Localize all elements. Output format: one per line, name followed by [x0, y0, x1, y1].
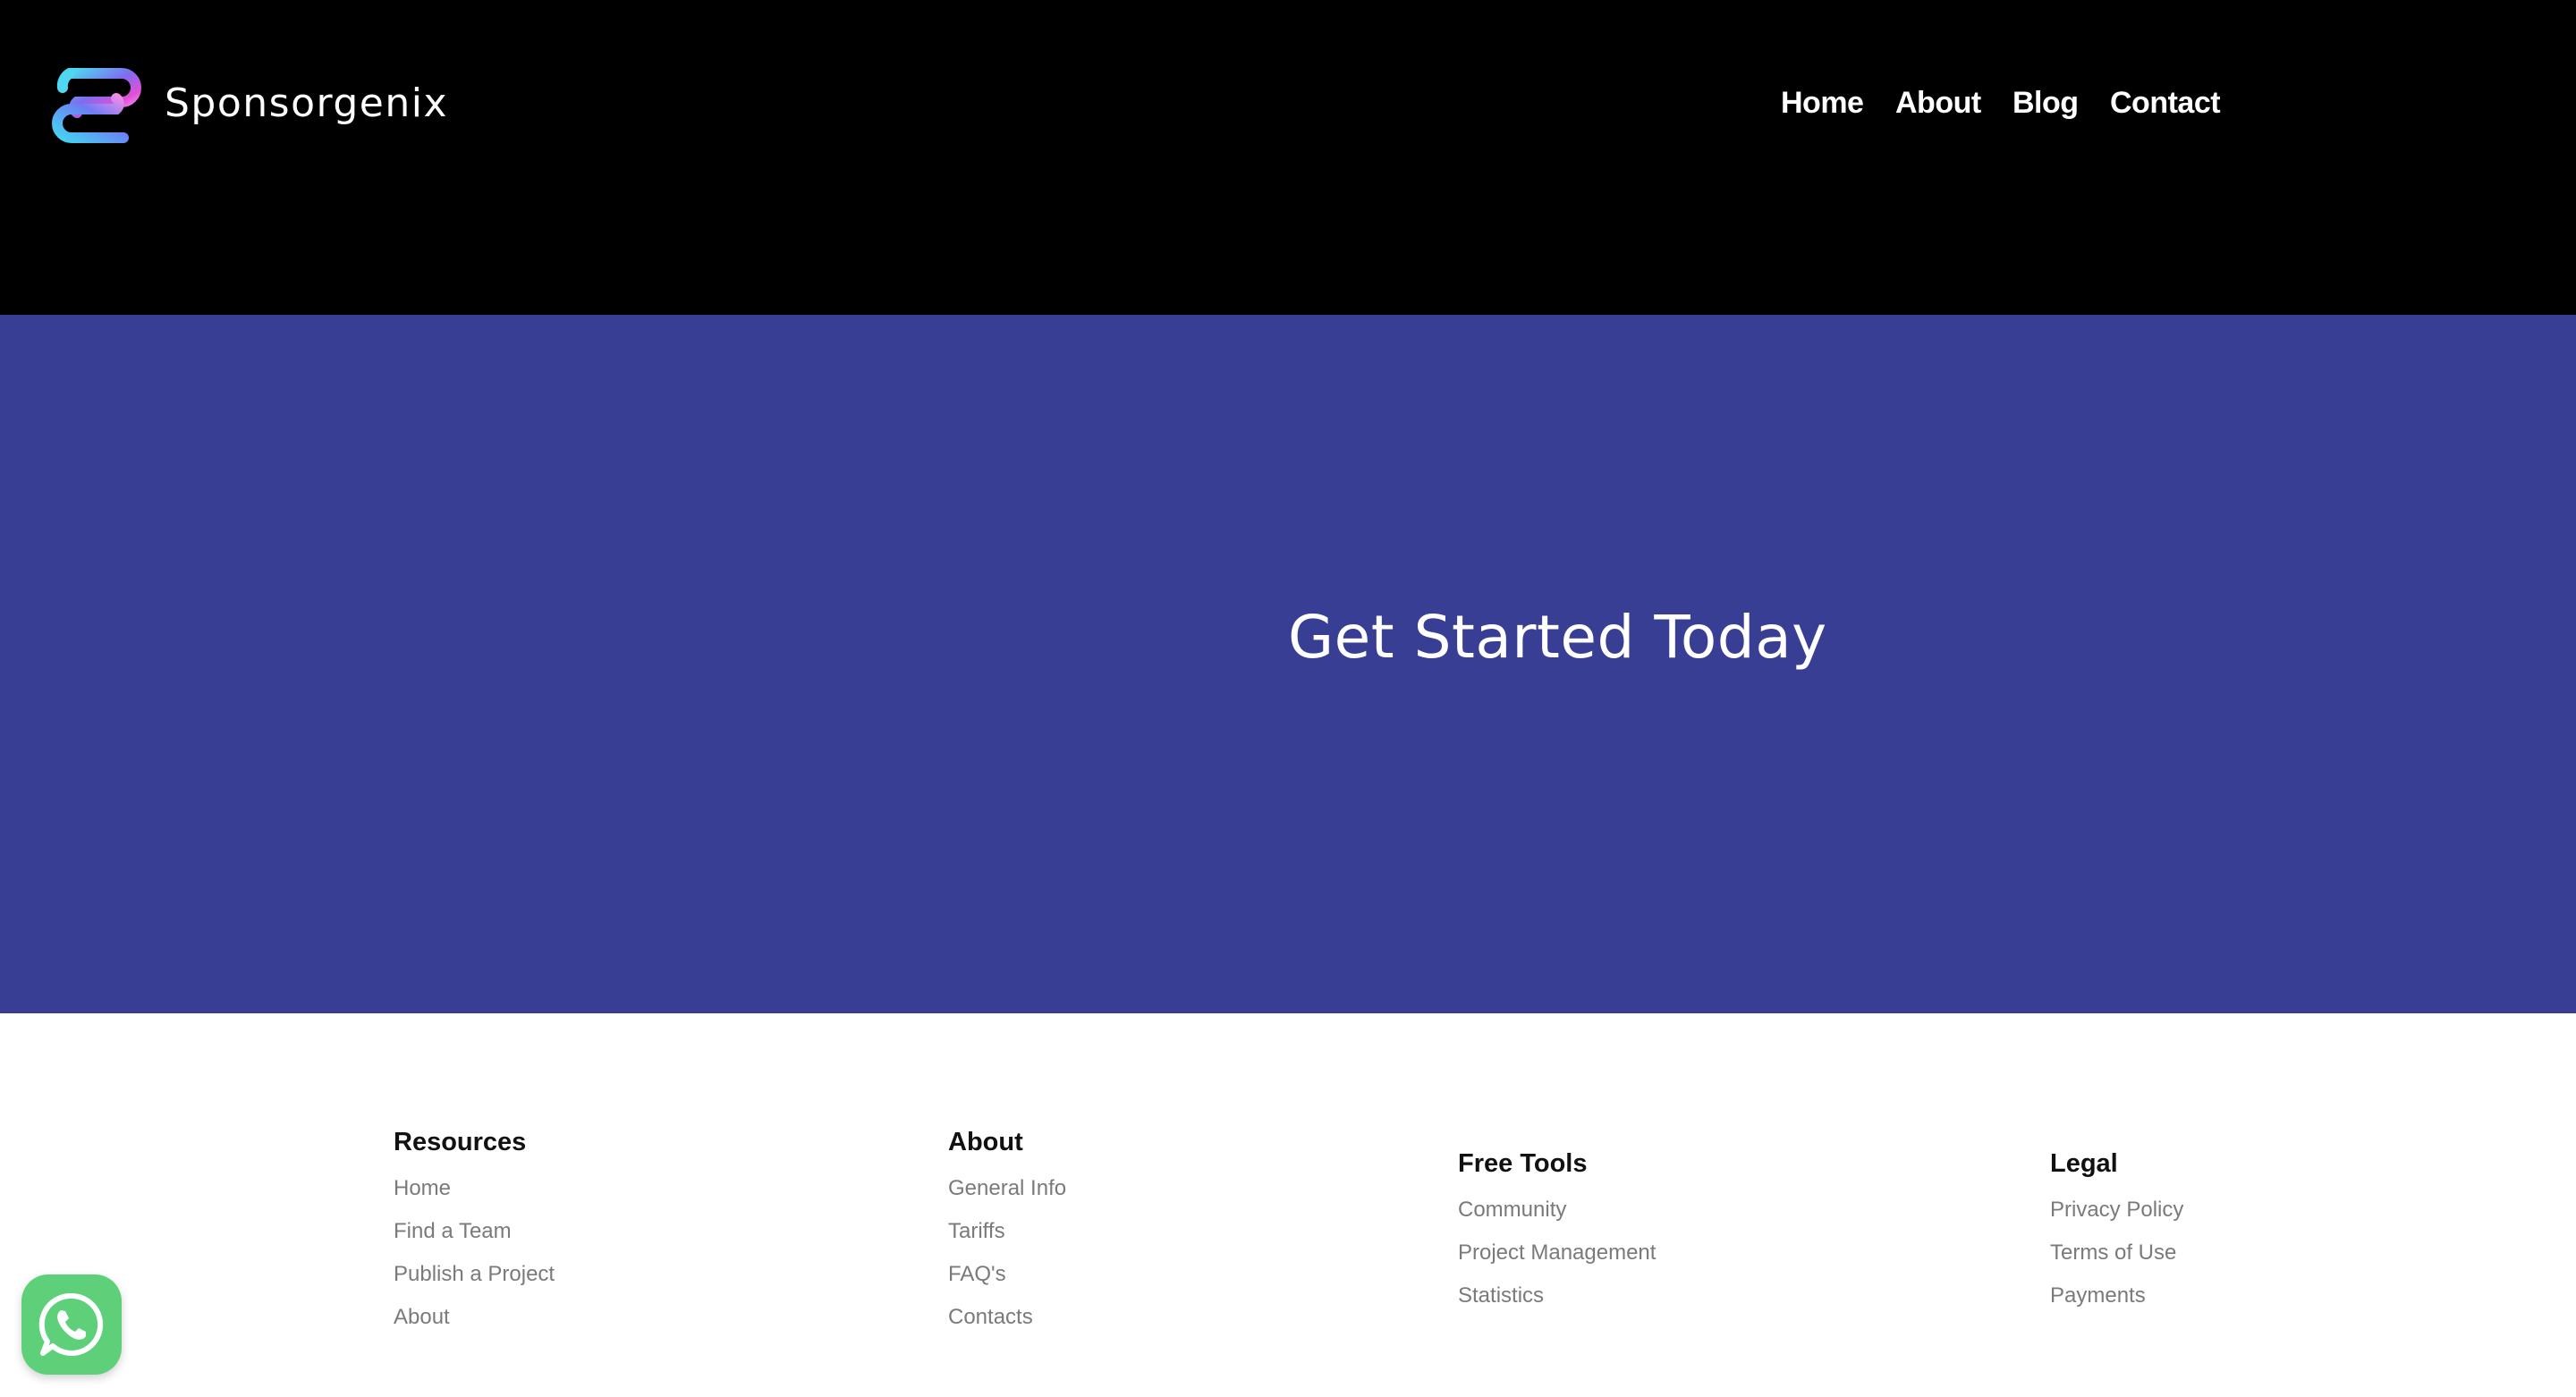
- hero-title: Get Started Today: [1288, 603, 1827, 672]
- nav-blog[interactable]: Blog: [2012, 80, 2079, 125]
- footer-link-community[interactable]: Community: [1458, 1189, 1656, 1232]
- footer-heading-free-tools: Free Tools: [1458, 1149, 1588, 1178]
- footer-column-resources: Resources Home Find a Team Publish a Pro…: [394, 1124, 555, 1339]
- hero-section: Get Started Today: [0, 315, 2576, 1013]
- footer-link-terms-of-use[interactable]: Terms of Use: [2050, 1232, 2183, 1274]
- footer-link-statistics[interactable]: Statistics: [1458, 1274, 1656, 1317]
- footer-link-payments[interactable]: Payments: [2050, 1274, 2183, 1317]
- footer-link-about[interactable]: About: [394, 1296, 555, 1339]
- whatsapp-icon: [38, 1292, 104, 1356]
- footer-column-free-tools: Free Tools Community Project Management …: [1458, 1146, 1656, 1317]
- footer-link-project-management[interactable]: Project Management: [1458, 1232, 1656, 1274]
- footer-link-privacy-policy[interactable]: Privacy Policy: [2050, 1189, 2183, 1232]
- brand-name[interactable]: Sponsorgenix: [165, 75, 448, 132]
- footer-link-home[interactable]: Home: [394, 1167, 555, 1210]
- footer-column-about: About General Info Tariffs FAQ's Contact…: [948, 1124, 1066, 1339]
- footer-link-contacts[interactable]: Contacts: [948, 1296, 1066, 1339]
- footer-link-publish-a-project[interactable]: Publish a Project: [394, 1253, 555, 1296]
- footer-link-general-info[interactable]: General Info: [948, 1167, 1066, 1210]
- footer-heading-about: About: [948, 1128, 1023, 1156]
- footer-link-tariffs[interactable]: Tariffs: [948, 1210, 1066, 1253]
- nav-home[interactable]: Home: [1781, 80, 1864, 125]
- footer-link-faqs[interactable]: FAQ's: [948, 1253, 1066, 1296]
- nav-contact[interactable]: Contact: [2110, 80, 2221, 125]
- site-footer: Resources Home Find a Team Publish a Pro…: [0, 1013, 2576, 1397]
- footer-link-find-a-team[interactable]: Find a Team: [394, 1210, 555, 1253]
- footer-heading-legal: Legal: [2050, 1149, 2118, 1178]
- footer-heading-resources: Resources: [394, 1128, 527, 1156]
- footer-column-legal: Legal Privacy Policy Terms of Use Paymen…: [2050, 1146, 2183, 1317]
- sponsorgenix-logo-icon[interactable]: [50, 68, 143, 143]
- whatsapp-chat-button[interactable]: [21, 1274, 122, 1375]
- nav-about[interactable]: About: [1895, 80, 1981, 125]
- site-header: Sponsorgenix Home About Blog Contact: [0, 0, 2576, 315]
